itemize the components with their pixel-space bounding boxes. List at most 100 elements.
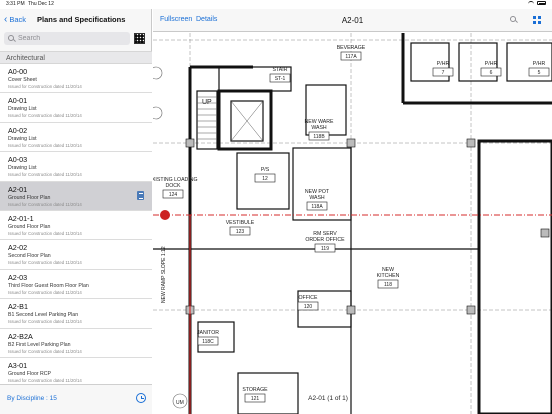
up-label: UP — [202, 99, 212, 106]
sidebar-header: ‹ Back Plans and Specifications — [0, 9, 152, 32]
room-number: 119 — [321, 246, 329, 252]
sheet-list-item[interactable]: A2-02 Second Floor Plan Issued for Constru… — [0, 240, 152, 270]
grid-view-icon[interactable] — [533, 16, 541, 24]
sheet-code: A2-B1 — [8, 302, 28, 312]
sheet-code: A2-02 — [8, 243, 28, 253]
room-name: ORDER OFFICE — [305, 237, 345, 243]
qr-code-icon[interactable] — [134, 33, 145, 44]
um-label: UM — [176, 400, 184, 406]
ramp-label: NEW RAMP SLOPE 1:12 — [161, 246, 167, 303]
section-header: Architectural — [0, 51, 152, 64]
sheet-description: Drawing List — [8, 165, 37, 172]
floor-plan-drawing[interactable]: BEVERAGE 117A STAIR ST-1 P/HR 7 P/HR 6 P/HR 5 NEW … — [153, 33, 552, 414]
room-name: WASH — [309, 195, 325, 201]
battery-icon — [537, 1, 546, 5]
sheet-issued-date: Issued for Construction dated 11/20/14 — [8, 377, 82, 383]
room-name: VESTIBULE — [226, 220, 255, 226]
room-number: 12 — [262, 176, 268, 182]
sheet-list-item[interactable]: A0-02 Drawing List Issued for Construction… — [0, 122, 152, 153]
room-number: 124 — [169, 192, 178, 198]
room-name: P/HR — [485, 61, 498, 67]
sheet-issued-date: Issued for Construction dated 11/20/14 — [8, 142, 82, 148]
floor-plan-svg: BEVERAGE 117A STAIR ST-1 P/HR 7 P/HR 6 P/HR 5 NEW … — [153, 33, 552, 414]
sheet-code: A0-02 — [8, 125, 28, 135]
status-bar: 3:31 PM Thu Dec 12 — [0, 0, 552, 9]
sheet-issued-date: Issued for Construction dated 11/20/14 — [8, 289, 82, 295]
sheet-description: Drawing List — [8, 106, 37, 113]
sheet-list: A0-00 Cover Sheet Issued for Construction … — [0, 64, 152, 384]
sheet-issued-date: Issued for Construction dated 11/20/14 — [8, 230, 82, 236]
sheet-code: A2-01-1 — [8, 213, 34, 223]
sidebar: ‹ Back Plans and Specifications Architec… — [0, 9, 152, 414]
fullscreen-button[interactable]: Fullscreen — [160, 16, 192, 23]
clock-icon[interactable] — [136, 393, 146, 403]
back-label: Back — [9, 15, 27, 24]
room-number: 117A — [345, 54, 357, 60]
sheet-list-item[interactable]: A2-03 Third Floor Guest Room Floor Plan Is… — [0, 269, 152, 300]
sheet-issued-date: Issued for Construction dated 11/20/14 — [8, 260, 82, 266]
search-bar[interactable] — [4, 32, 130, 45]
sheet-issued-date: Issued for Construction dated 11/20/14 — [8, 84, 82, 89]
sidebar-footer: By Discipline : 15 — [0, 384, 152, 414]
sheet-list-item[interactable]: A3-01 Ground Floor RCP Issued for Construc… — [0, 357, 152, 384]
status-date: Thu Dec 12 — [28, 1, 54, 7]
room-number: 121 — [251, 396, 260, 402]
status-indicators — [528, 1, 546, 5]
drawing-toolbar: Fullscreen Details A2-01 — [153, 9, 552, 32]
sheet-code: A3-01 — [8, 360, 28, 370]
sheet-list-item[interactable]: A2-B1 B1 Second Level Parking Plan Issued … — [0, 299, 152, 329]
sheet-description: B1 Second Level Parking Plan — [8, 312, 79, 319]
room-number: 118C — [202, 339, 214, 345]
sheet-code: A2-01 — [8, 184, 28, 194]
sheet-list-item[interactable]: A0-03 Drawing List Issued for Construction… — [0, 152, 152, 182]
sheet-issued-date: Issued for Construction dated 11/20/14 — [8, 348, 82, 354]
sheet-description: Ground Floor RCP — [8, 370, 51, 377]
room-number: 5 — [538, 70, 541, 76]
details-button[interactable]: Details — [196, 16, 217, 23]
back-button[interactable]: ‹ Back — [4, 14, 27, 25]
room-name: P/HR — [437, 61, 450, 67]
room-number: 120 — [304, 304, 313, 310]
room-name: KITCHEN — [377, 273, 400, 279]
sheet-code: A0-03 — [8, 155, 28, 165]
room-name: STAIR — [273, 67, 288, 73]
room-name: BEVERAGE — [337, 45, 366, 51]
room-name: DOCK — [166, 183, 182, 189]
room-number: 7 — [442, 70, 445, 76]
sheet-list-item[interactable]: A2-01-1 Ground Floor Plan Issued for Const… — [0, 210, 152, 241]
sheet-description: Ground Floor Plan — [8, 223, 51, 230]
room-number: 6 — [490, 70, 493, 76]
sheet-list-item[interactable]: A0-01 Drawing List Issued for Construction… — [0, 93, 152, 123]
search-icon[interactable] — [510, 16, 516, 22]
sheet-description: B2 First Level Parking Plan — [8, 341, 71, 348]
page-indicator: A2-01 (1 of 1) — [308, 395, 348, 402]
search-input[interactable] — [18, 34, 123, 43]
sidebar-title: Plans and Specifications — [37, 15, 126, 24]
room-number: 123 — [236, 229, 245, 235]
sheet-description: Ground Floor Plan — [8, 194, 51, 201]
room-name: WASH — [311, 125, 327, 131]
chevron-left-icon: ‹ — [4, 14, 8, 25]
room-name: P/HR — [533, 61, 546, 67]
sheet-list-item[interactable]: A2-01 Ground Floor Plan Issued for Constru… — [0, 181, 152, 211]
sheet-description: Cover Sheet — [8, 77, 37, 83]
status-time: 3:31 PM — [6, 1, 25, 7]
sheet-list-item[interactable]: A2-B2A B2 First Level Parking Plan Issued … — [0, 328, 152, 358]
sheet-code: A0-01 — [8, 96, 28, 106]
room-number: 118A — [311, 204, 323, 210]
discipline-filter[interactable]: By Discipline : 15 — [7, 395, 57, 402]
wifi-icon — [528, 1, 534, 5]
room-number: 118B — [313, 134, 325, 140]
sheet-description: Second Floor Plan — [8, 253, 51, 260]
sheet-code: A2-B2A — [8, 331, 33, 341]
room-name: OFFICE — [298, 295, 318, 301]
sheet-issued-date: Issued for Construction dated 11/20/14 — [8, 319, 82, 325]
sheet-description: Drawing List — [8, 135, 37, 142]
sheet-list-item[interactable]: A0-00 Cover Sheet Issued for Construction … — [0, 64, 152, 94]
document-icon[interactable] — [137, 190, 144, 200]
room-number: ST-1 — [275, 76, 286, 82]
sheet-issued-date: Issued for Construction dated 11/20/14 — [8, 201, 82, 207]
room-name: P/S — [261, 167, 270, 173]
room-name: STORAGE — [242, 387, 268, 393]
sheet-code: A0-00 — [8, 67, 28, 76]
